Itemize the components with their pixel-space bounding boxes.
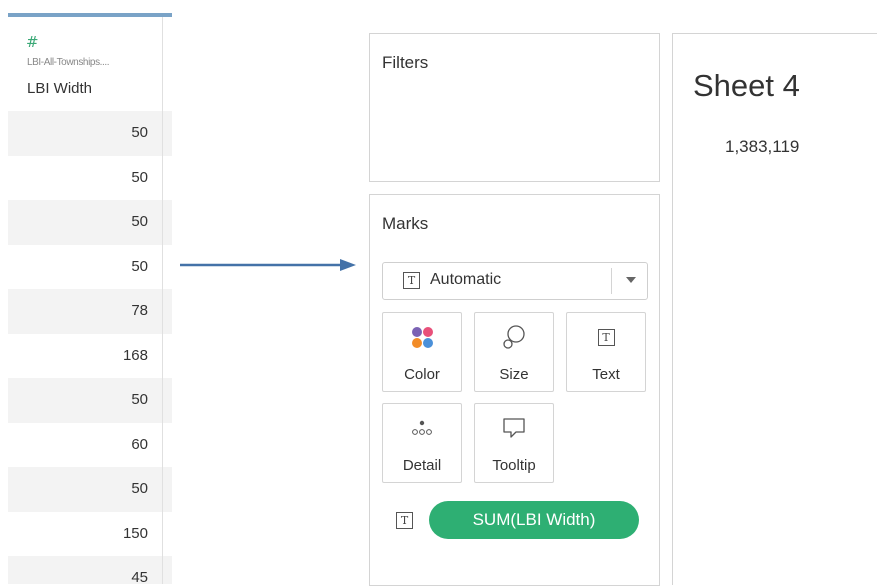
sheet-title[interactable]: Sheet 4 (693, 68, 800, 104)
table-row: 50 (8, 155, 172, 200)
cell-value: 50 (131, 480, 148, 497)
size-button[interactable]: Size (474, 312, 554, 392)
detail-icon (383, 414, 461, 442)
text-encoding-icon[interactable]: T (396, 512, 413, 529)
sheet-value[interactable]: 1,383,119 (725, 137, 799, 157)
detail-label: Detail (402, 457, 442, 474)
measure-pill[interactable]: SUM(LBI Width) (429, 501, 639, 539)
filters-title: Filters (382, 53, 429, 72)
color-label: Color (404, 366, 440, 383)
chevron-down-icon[interactable] (626, 277, 636, 283)
value-rows: 50 50 50 50 78 168 50 60 50 150 45 (8, 111, 172, 584)
data-column: # LBI-All-Townships.... LBI Width 50 50 … (0, 13, 172, 584)
table-row: 50 (8, 200, 172, 245)
marks-card: Marks T Automatic Color Size T Text Deta… (369, 194, 660, 586)
mark-type-dropdown[interactable]: T Automatic (382, 262, 648, 300)
text-button[interactable]: T Text (566, 312, 646, 392)
marks-title: Marks (382, 214, 429, 233)
cell-value: 60 (131, 435, 148, 453)
cell-value: 78 (131, 302, 148, 319)
cell-value: 50 (131, 168, 148, 186)
cell-value: 50 (131, 124, 148, 141)
column-header[interactable]: # LBI-All-Townships.... LBI Width (8, 17, 163, 124)
tooltip-label: Tooltip (492, 457, 536, 474)
sheet-view: Sheet 4 1,383,119 (672, 33, 877, 585)
table-row: 50 (8, 378, 172, 423)
table-row: 45 (8, 556, 172, 584)
hash-icon: # (26, 33, 39, 51)
cell-value: 50 (131, 391, 148, 408)
text-mark-icon: T (403, 272, 420, 289)
cell-value: 50 (131, 213, 148, 230)
size-icon (475, 323, 553, 351)
cell-value: 168 (122, 346, 148, 364)
color-button[interactable]: Color (382, 312, 462, 392)
color-icon (383, 323, 461, 351)
source-name: LBI-All-Townships.... (27, 57, 110, 68)
filters-shelf[interactable]: Filters (369, 33, 660, 182)
mark-type-label: Automatic (430, 271, 502, 288)
tooltip-button[interactable]: Tooltip (474, 403, 554, 483)
detail-button[interactable]: Detail (382, 403, 462, 483)
size-label: Size (499, 366, 529, 383)
table-row: 50 (8, 467, 172, 512)
field-name: LBI Width (27, 80, 93, 97)
cell-value: 150 (122, 524, 148, 542)
table-row: 150 (8, 511, 172, 556)
cell-value: 50 (131, 257, 148, 275)
arrow-right-icon (180, 259, 356, 271)
table-row: 78 (8, 289, 172, 334)
tooltip-icon (475, 414, 553, 442)
table-row: 168 (8, 333, 172, 378)
text-icon: T (567, 323, 645, 351)
table-row: 50 (8, 244, 172, 289)
table-row: 60 (8, 422, 172, 467)
text-label: Text (592, 366, 620, 383)
table-row: 50 (8, 111, 172, 156)
cell-value: 45 (131, 569, 148, 584)
